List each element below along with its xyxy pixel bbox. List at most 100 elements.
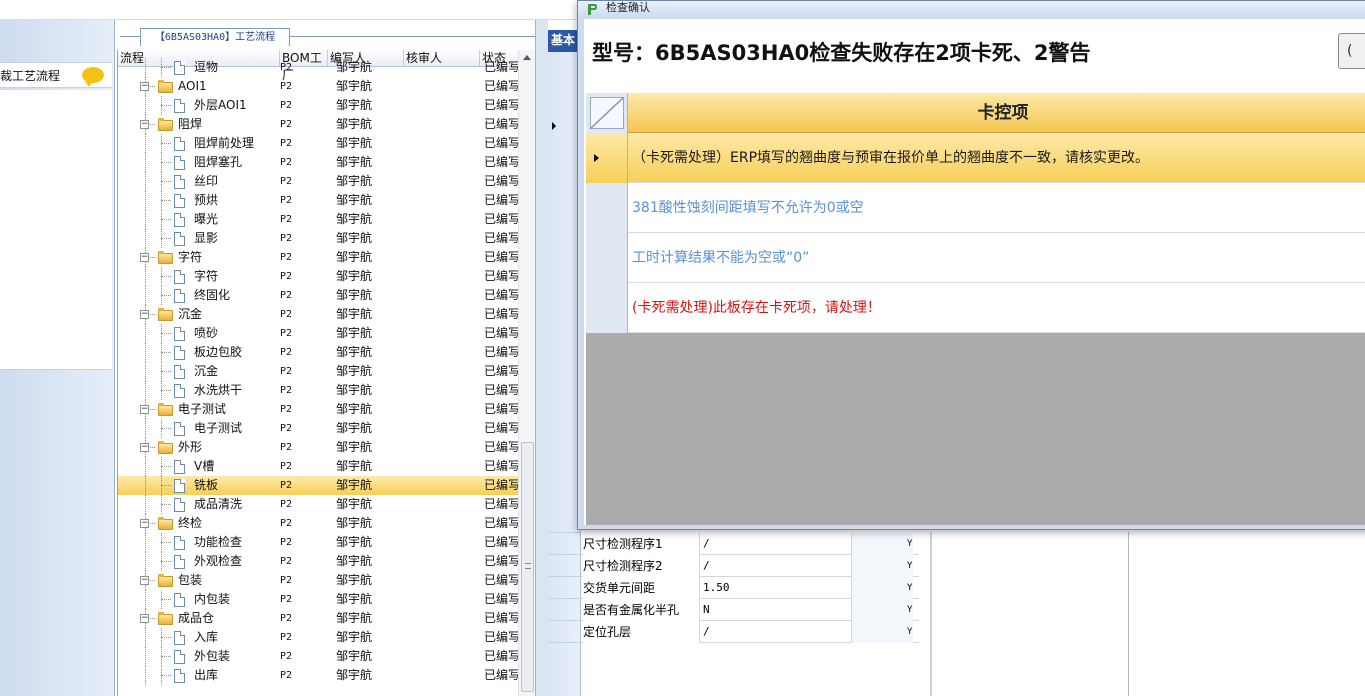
tree-folder-row[interactable]: − 外形 P2 邹宇航 已编写 (118, 438, 521, 457)
document-icon (174, 175, 185, 189)
control-item-text: 381酸性蚀刻间距填写不允许为0或空 (632, 200, 864, 216)
property-row[interactable]: 定位孔层 / Y (581, 621, 919, 643)
tree-row[interactable]: 沉金 P2 邹宇航 已编写 (118, 362, 520, 381)
cell-status: 已编写 (484, 136, 521, 150)
cell-bom-factory: P2 (280, 575, 293, 586)
cell-writer: 邹宇航 (336, 212, 373, 226)
cell-process-name: 包装 (178, 573, 203, 587)
tree-row[interactable]: 内包装 P2 邹宇航 已编写 (118, 590, 520, 609)
control-item-row[interactable]: （卡死需处理）ERP填写的翘曲度与预审在报价单上的翘曲度不一致，请核实更改。 (586, 133, 1365, 183)
control-item-row[interactable]: (卡死需处理)此板存在卡死项，请处理！ (586, 283, 1365, 333)
tab-basic[interactable]: 基本 (548, 30, 580, 52)
tree-row[interactable]: 成品清洗 P2 邹宇航 已编写 (118, 495, 520, 514)
tree-folder-row[interactable]: − 电子测试 P2 邹宇航 已编写 (118, 400, 520, 419)
tree-row[interactable]: 阻焊塞孔 P2 邹宇航 已编写 (118, 153, 520, 172)
process-tree-grid[interactable]: 流程 BOM工厂 编写人 核审人 状态 逗物 P2 邹宇航 已编写 − AOI1 P2 邹宇航… (117, 50, 535, 696)
collapse-toggle-icon[interactable]: − (140, 576, 149, 585)
collapse-toggle-icon[interactable]: − (140, 120, 149, 129)
row-divider (548, 576, 581, 577)
control-item-row[interactable]: 工时计算结果不能为空或“0” (586, 233, 1365, 283)
tree-row[interactable]: 阻焊前处理 P2 邹宇航 已编写 (118, 134, 521, 153)
document-icon (174, 327, 185, 341)
row-header-cell[interactable] (586, 133, 628, 183)
right-panel-divider (1128, 532, 1129, 696)
tree-row[interactable]: 字符 P2 邹宇航 已编写 (118, 267, 520, 286)
document-icon (174, 631, 185, 645)
cell-status: 已编写 (484, 193, 521, 207)
tree-horizontal-line (161, 504, 171, 505)
tree-horizontal-line (161, 181, 171, 182)
cell-bom-factory: P2 (280, 632, 293, 643)
property-row[interactable]: 尺寸检测程序2/ Y (581, 555, 919, 577)
tree-row[interactable]: 功能检查 P2 邹宇航 已编写 (118, 533, 520, 552)
tree-row[interactable]: 曝光 P2 邹宇航 已编写 (118, 210, 520, 229)
tree-row[interactable]: V槽 P2 邹宇航 已编写 (118, 457, 520, 476)
tree-row[interactable]: 外层AOI1 P2 邹宇航 已编写 (118, 96, 520, 115)
tree-folder-row[interactable]: − 沉金 P2 邹宇航 已编写 (118, 305, 520, 324)
column-header-control-item[interactable]: 卡控项 (628, 93, 1365, 133)
left-nav-item-label: 裁工艺流程 (0, 69, 61, 83)
tree-row[interactable]: 铣板 P2 邹宇航 已编写 (118, 476, 520, 495)
grid-vertical-scrollbar[interactable] (518, 50, 535, 696)
tree-row[interactable]: 显影 P2 邹宇航 已编写 (118, 229, 520, 248)
tree-row[interactable]: 丝印 P2 邹宇航 已编写 (118, 172, 520, 191)
panel-splitter[interactable] (535, 20, 548, 696)
row-divider (548, 642, 581, 643)
cell-writer: 邹宇航 (336, 174, 373, 188)
tree-folder-row[interactable]: − 终检 P2 邹宇航 已编写 (118, 514, 520, 533)
property-row[interactable]: 交货单元间距 1.50 Y (581, 577, 919, 599)
tree-folder-row[interactable]: − AOI1 P2 邹宇航 已编写 (118, 77, 520, 96)
collapse-toggle-icon[interactable]: − (140, 443, 149, 452)
tree-row[interactable]: 水洗烘干 P2 邹宇航 已编写 (118, 381, 520, 400)
left-nav-item[interactable]: 裁工艺流程 (0, 62, 112, 88)
tree-row[interactable]: 终固化 P2 邹宇航 已编写 (118, 286, 520, 305)
cell-status: 已编写 (484, 440, 521, 454)
tree-row[interactable]: 板边包胶 P2 邹宇航 已编写 (118, 343, 520, 362)
dialog-action-button[interactable]: ( (1338, 33, 1365, 69)
tree-row[interactable]: 出库 P2 邹宇航 已编写 (118, 666, 520, 685)
tree-horizontal-line (161, 675, 171, 676)
tree-folder-row[interactable]: − 阻焊 P2 邹宇航 已编写 (118, 115, 520, 134)
cell-status: 已编写 (484, 326, 521, 340)
cell-process-name: 字符 (194, 269, 219, 283)
collapse-toggle-icon[interactable]: − (140, 82, 149, 91)
cell-status: 已编写 (484, 611, 521, 625)
scroll-grip-icon (525, 563, 531, 569)
tree-row[interactable]: 外包装 P2 邹宇航 已编写 (118, 647, 520, 666)
collapse-toggle-icon[interactable]: − (140, 310, 149, 319)
tree-row[interactable]: 逗物 P2 邹宇航 已编写 (118, 58, 520, 77)
scroll-up-arrow-icon[interactable] (523, 55, 531, 60)
collapse-toggle-icon[interactable]: − (140, 405, 149, 414)
control-item-row[interactable]: 381酸性蚀刻间距填写不允许为0或空 (586, 183, 1365, 233)
collapse-toggle-icon[interactable]: − (140, 614, 149, 623)
chat-bubble-icon (82, 67, 104, 87)
collapse-toggle-icon[interactable]: − (140, 253, 149, 262)
tree-row[interactable]: 电子测试 P2 邹宇航 已编写 (118, 419, 520, 438)
property-row[interactable]: 是否有金属化半孔 N Y (581, 599, 919, 621)
tree-vertical-line (145, 457, 146, 476)
tree-folder-row[interactable]: − 包装 P2 邹宇航 已编写 (118, 571, 520, 590)
table-corner-cell[interactable] (586, 93, 628, 133)
tree-row[interactable]: 外观检查 P2 邹宇航 已编写 (118, 552, 520, 571)
scrollbar-thumb[interactable] (521, 442, 534, 692)
tree-folder-row[interactable]: − 字符 P2 邹宇航 已编写 (118, 248, 520, 267)
row-header-cell[interactable] (586, 233, 628, 283)
row-header-cell[interactable] (586, 183, 628, 233)
document-icon (174, 270, 185, 284)
collapse-toggle-icon[interactable]: − (140, 519, 149, 528)
cell-writer: 邹宇航 (336, 630, 373, 644)
cell-writer: 邹宇航 (336, 136, 373, 150)
tree-row[interactable]: 喷砂 P2 邹宇航 已编写 (118, 324, 521, 343)
cell-writer: 邹宇航 (336, 79, 373, 93)
tree-horizontal-line (161, 542, 171, 543)
folder-icon (158, 118, 173, 131)
tree-row[interactable]: 预烘 P2 邹宇航 已编写 (118, 191, 521, 210)
tree-row[interactable]: 入库 P2 邹宇航 已编写 (118, 628, 520, 647)
current-row-arrow-icon (594, 154, 599, 162)
tree-folder-row[interactable]: − 成品仓 P2 邹宇航 已编写 (118, 609, 521, 628)
property-row[interactable]: 尺寸检测程序1/ Y (581, 533, 919, 555)
row-header-cell[interactable] (586, 283, 628, 333)
cell-writer: 邹宇航 (336, 250, 373, 264)
dialog-titlebar[interactable]: 检查确认 (578, 1, 1365, 19)
property-value: / (699, 555, 851, 577)
